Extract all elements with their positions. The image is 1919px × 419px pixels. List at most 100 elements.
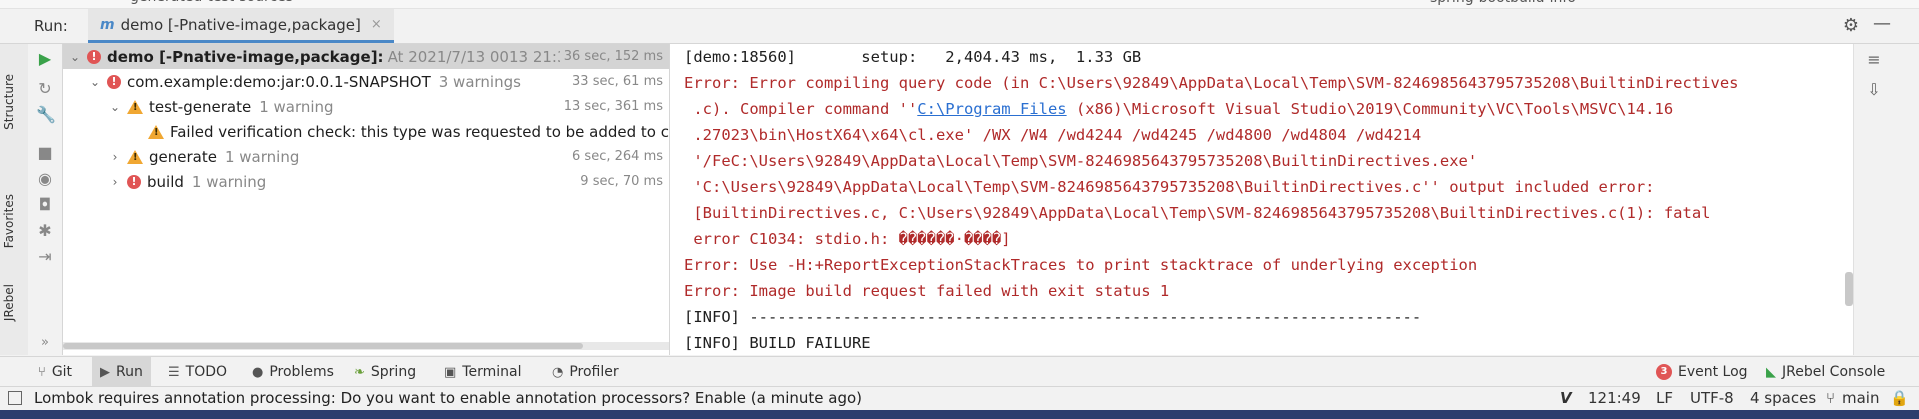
stop-icon[interactable]: ■ <box>36 144 54 162</box>
tree-row[interactable]: ⌄ ! demo [-Pnative-image,package]: At 20… <box>63 44 669 69</box>
tab-label: Spring <box>370 364 417 380</box>
event-log-button[interactable]: 3 Event Log <box>1648 357 1756 387</box>
left-tool-strip: Structure Favorites JRebel <box>0 44 29 355</box>
list-icon: ☰ <box>168 364 180 380</box>
scroll-to-end-icon[interactable]: ⇩ <box>1864 80 1884 100</box>
chevron-down-icon[interactable]: ⌄ <box>67 50 83 64</box>
chevron-right-icon[interactable]: › <box>107 175 123 189</box>
tree-horizontal-scrollbar[interactable] <box>63 342 669 350</box>
chevron-down-icon[interactable]: ⌄ <box>87 75 103 89</box>
console-line: Error: Error compiling query code (in C:… <box>684 74 1739 92</box>
console-text: (x86)\Microsoft Visual Studio\2019\Commu… <box>1066 100 1674 118</box>
more-icon[interactable]: » <box>36 334 54 352</box>
run-tab-demo[interactable]: m demo [-Pnative-image,package] × <box>88 9 394 43</box>
tab-git[interactable]: ⑂ Git <box>30 357 80 387</box>
tree-row[interactable]: › ! generate 1 warning 6 sec, 264 ms <box>63 144 669 169</box>
tab-label: Problems <box>269 364 334 380</box>
tree-row-label: com.example:demo:jar:0.0.1-SNAPSHOT <box>127 72 431 91</box>
build-tree: ⌄ ! demo [-Pnative-image,package]: At 20… <box>63 44 670 355</box>
status-bar: Lombok requires annotation processing: D… <box>0 386 1919 411</box>
caret-position[interactable]: 121:49 <box>1588 389 1641 407</box>
edit-mode-icon[interactable]: V <box>1560 389 1572 407</box>
run-title: Run: <box>34 17 68 35</box>
tree-row-time: 13 sec, 361 ms <box>563 99 663 114</box>
event-log-label: Event Log <box>1678 364 1748 380</box>
spring-icon: ❧ <box>354 364 365 380</box>
minimize-icon[interactable]: — <box>1873 13 1891 34</box>
error-icon: ! <box>127 174 141 189</box>
console-text: .c). Compiler command '' <box>684 100 918 118</box>
os-taskbar <box>0 410 1919 419</box>
scrollbar-thumb[interactable] <box>63 343 583 349</box>
tab-label: Run <box>116 364 143 380</box>
chevron-down-icon[interactable]: ⌄ <box>107 100 123 114</box>
profiler-icon: ◔ <box>552 364 564 380</box>
tool-tab-structure[interactable]: Structure <box>2 74 16 130</box>
indent-setting[interactable]: 4 spaces <box>1750 389 1816 407</box>
tree-row-extra: 1 warning <box>259 97 334 116</box>
file-encoding[interactable]: UTF-8 <box>1690 389 1734 407</box>
console-path-link[interactable]: C:\Program Files <box>917 100 1066 118</box>
console-output[interactable]: [demo:18560] setup: 2,404.43 ms, 1.33 GB… <box>670 44 1853 355</box>
console-line: .27023\bin\HostX64\x64\cl.exe' /WX /W4 /… <box>684 126 1422 144</box>
tab-run[interactable]: ▶ Run <box>92 357 151 387</box>
tree-row-label: demo [-Pnative-image,package]: <box>107 47 384 66</box>
tab-terminal[interactable]: ▣ Terminal <box>436 357 529 387</box>
git-branch[interactable]: main <box>1842 389 1879 407</box>
tab-todo[interactable]: ☰ TODO <box>160 357 235 387</box>
rerun-icon[interactable]: ▶ <box>36 50 54 68</box>
top-strip-right-text: spring-bootbuild-info <box>1430 0 1576 6</box>
tool-tab-favorites[interactable]: Favorites <box>2 194 16 248</box>
status-message[interactable]: Lombok requires annotation processing: D… <box>34 389 862 407</box>
tree-row-label: build <box>147 172 184 191</box>
tree-row-extra: 3 warnings <box>438 72 521 91</box>
top-strip: generated-test-sources spring-bootbuild-… <box>0 0 1919 9</box>
tree-row-time: 6 sec, 264 ms <box>572 149 663 164</box>
bug-icon[interactable]: ✱ <box>36 222 54 240</box>
maven-icon: m <box>100 16 115 33</box>
login-icon[interactable]: ⇥ <box>36 248 54 266</box>
console-line: [INFO] BUILD FAILURE <box>684 334 871 352</box>
tab-profiler[interactable]: ◔ Profiler <box>544 357 627 387</box>
rerun-failed-icon[interactable]: ↻ <box>36 80 54 98</box>
console-line: '/FeC:\Users\92849\AppData\Local\Temp\SV… <box>684 152 1478 170</box>
tree-row-time: 9 sec, 70 ms <box>580 174 663 189</box>
tab-spring[interactable]: ❧ Spring <box>346 357 424 387</box>
lock-icon[interactable]: 🔒 <box>1890 389 1909 407</box>
wrench-icon[interactable]: 🔧 <box>36 106 56 124</box>
status-toggle-icon[interactable] <box>8 391 22 405</box>
jrebel-label: JRebel Console <box>1782 364 1886 380</box>
play-icon: ▶ <box>100 364 110 380</box>
error-icon: ! <box>87 49 101 64</box>
tree-row-label: test-generate <box>149 97 252 116</box>
close-icon[interactable]: × <box>371 17 382 32</box>
tree-row-extra: 1 warning <box>224 147 300 166</box>
git-icon: ⑂ <box>38 364 46 380</box>
console-scrollbar-thumb[interactable] <box>1845 272 1853 306</box>
console-actions: ≡ ⇩ <box>1853 44 1919 355</box>
tree-row[interactable]: ⌄ ! com.example:demo:jar:0.0.1-SNAPSHOT … <box>63 69 669 94</box>
soft-wrap-icon[interactable]: ≡ <box>1864 50 1884 70</box>
tab-label: Git <box>51 364 73 380</box>
gear-icon[interactable]: ⚙ <box>1843 15 1859 36</box>
run-actions: ▶ ↻ 🔧 ■ ◉ ◘ ✱ ⇥ » <box>28 44 63 355</box>
camera-icon[interactable]: ◘ <box>36 196 54 214</box>
tree-row[interactable]: › ! build 1 warning 9 sec, 70 ms <box>63 169 669 194</box>
tool-tab-jrebel[interactable]: JRebel <box>2 284 16 321</box>
eye-icon[interactable]: ◉ <box>36 170 54 188</box>
console-line: error C1034: stdio.h: ������·����] <box>684 230 1011 248</box>
event-log-count: 3 <box>1656 364 1672 380</box>
error-icon: ! <box>107 74 121 89</box>
tree-row-time: 33 sec, 61 ms <box>572 74 663 89</box>
tab-problems[interactable]: ● Problems <box>244 357 342 387</box>
chevron-right-icon[interactable]: › <box>107 150 123 164</box>
console-line: [INFO] ---------------------------------… <box>684 308 1422 326</box>
line-separator[interactable]: LF <box>1656 389 1673 407</box>
tree-row[interactable]: ! Failed verification check: this type w… <box>63 119 669 144</box>
console-line: .c). Compiler command ''C:\Program Files… <box>684 96 1673 122</box>
tab-label: TODO <box>185 364 228 380</box>
run-tab-label: demo [-Pnative-image,package] <box>120 15 361 34</box>
jrebel-console-button[interactable]: ◣ JRebel Console <box>1758 357 1893 387</box>
tree-row[interactable]: ⌄ ! test-generate 1 warning 13 sec, 361 … <box>63 94 669 119</box>
tab-label: Terminal <box>462 364 522 380</box>
